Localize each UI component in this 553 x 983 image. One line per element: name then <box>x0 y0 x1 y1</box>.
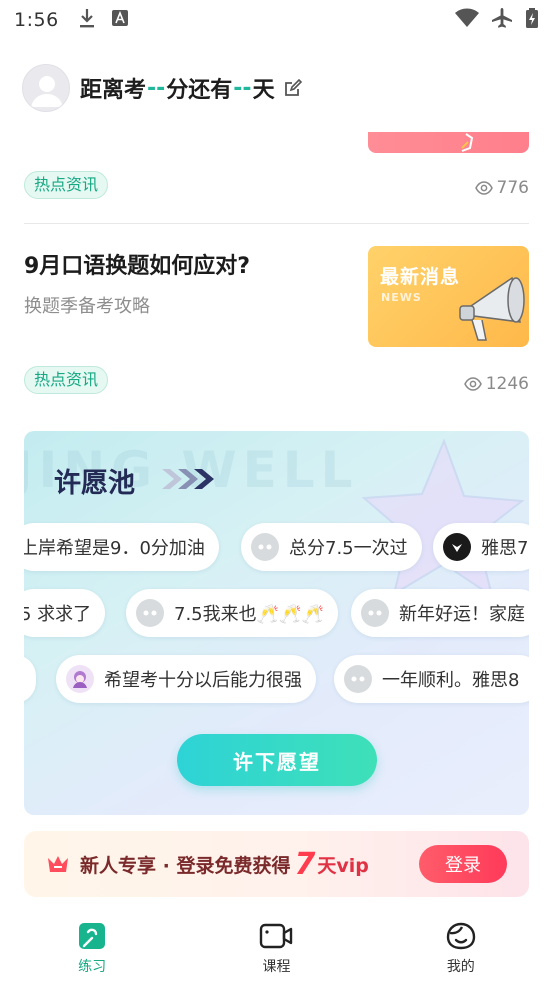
wish-text: 一年顺利。雅思8 <box>382 670 520 691</box>
countdown-days-placeholder: -- <box>233 75 252 101</box>
triple-chevron-icon <box>162 469 214 489</box>
article-title[interactable]: 9月口语换题如何应对? <box>24 248 250 280</box>
wish-bubble[interactable]: 一年顺利。雅思8 <box>334 655 529 703</box>
wish-text: 5 求求了 <box>24 604 92 625</box>
video-course-icon <box>260 923 293 949</box>
promo-text: 新人专享 · 登录免费获得 7 天vip <box>80 847 369 882</box>
edit-icon[interactable] <box>283 78 303 98</box>
wish-bubble[interactable]: 总分7.5一次过 <box>241 523 422 571</box>
login-button[interactable]: 登录 <box>419 845 507 883</box>
countdown-suffix: 天 <box>252 78 275 103</box>
wish-pool-title: 许愿池 <box>54 468 135 499</box>
promo-text-part1: 新人专享 · 登录免费获得 <box>80 854 291 877</box>
wish-bubble[interactable]: 7.5我来也🥂🥂🥂 <box>126 589 338 637</box>
hot-news-tag: 热点资讯 <box>24 366 109 394</box>
exam-countdown-header: 距离考 -- 分还有 -- 天 <box>0 56 553 120</box>
divider <box>24 223 529 224</box>
exam-countdown-title[interactable]: 距离考 -- 分还有 -- 天 <box>80 72 303 104</box>
user-avatar <box>251 533 279 561</box>
wish-bubble[interactable]: 上岸希望是9．0分加油 <box>24 523 219 571</box>
make-wish-button[interactable]: 许下愿望 <box>177 734 377 786</box>
user-avatar <box>361 599 389 627</box>
user-avatar <box>344 665 372 693</box>
tab-practice-label: 练习 <box>78 959 107 975</box>
user-avatar <box>443 533 471 561</box>
wish-text: 雅思7 <box>481 538 529 559</box>
hot-news-tag: 热点资讯 <box>24 171 109 199</box>
promo-text-part2: 天vip <box>317 854 369 877</box>
wish-text: 新年好运！家庭 <box>399 604 525 625</box>
wifi-icon <box>455 8 479 32</box>
wish-bubble[interactable]: 希望考十分以后能力很强 <box>56 655 316 703</box>
view-count: 776 <box>474 178 529 198</box>
wish-bubble[interactable]: 雅思7 <box>433 523 529 571</box>
wish-bubble[interactable] <box>24 655 36 703</box>
download-icon <box>77 7 97 33</box>
wish-bubble[interactable]: 新年好运！家庭 <box>351 589 529 637</box>
user-avatar <box>136 599 164 627</box>
default-avatar-icon <box>31 76 63 107</box>
tab-courses-label: 课程 <box>262 959 291 975</box>
article-thumbnail[interactable] <box>368 132 529 153</box>
view-count-value: 1246 <box>485 374 529 394</box>
profile-face-icon <box>446 922 476 950</box>
megaphone-fragment-icon <box>461 133 474 152</box>
view-count-value: 776 <box>496 178 529 198</box>
avatar[interactable] <box>22 64 70 112</box>
wish-text: 上岸希望是9．0分加油 <box>24 538 205 559</box>
tab-profile[interactable]: 我的 <box>369 910 553 983</box>
wish-text: 7.5我来也🥂🥂🥂 <box>174 604 324 625</box>
wish-bubble[interactable]: 5 求求了 <box>24 589 106 637</box>
eye-icon <box>463 377 482 391</box>
view-count: 1246 <box>463 374 529 394</box>
countdown-middle: 分还有 <box>166 78 233 103</box>
status-time: 1:56 <box>14 9 59 31</box>
user-avatar <box>66 665 94 693</box>
eye-icon <box>474 181 493 195</box>
promo-days: 7 <box>294 846 316 882</box>
megaphone-icon <box>459 276 525 341</box>
article-thumbnail[interactable]: 最新消息 NEWS <box>368 246 529 347</box>
battery-charging-icon <box>525 7 539 33</box>
wish-pool-card: JING WELL 许愿池 上岸希望是9．0分加油 总分7.5一次过 雅思7 5… <box>24 431 529 815</box>
countdown-prefix: 距离考 <box>80 78 147 103</box>
status-bar: 1:56 <box>0 0 553 40</box>
article-subtitle: 换题季备考攻略 <box>24 296 150 317</box>
wish-text: 总分7.5一次过 <box>289 538 408 559</box>
tab-practice[interactable]: 练习 <box>0 910 184 983</box>
wish-text: 希望考十分以后能力很强 <box>104 670 302 691</box>
airplane-icon <box>491 7 513 33</box>
keyboard-a-icon <box>111 9 129 31</box>
new-user-promo-banner[interactable]: 新人专享 · 登录免费获得 7 天vip 登录 <box>24 831 529 897</box>
crown-icon <box>48 856 68 872</box>
tab-courses[interactable]: 课程 <box>184 910 368 983</box>
practice-icon <box>79 923 106 949</box>
tab-profile-label: 我的 <box>446 959 475 975</box>
bottom-navigation: 练习 课程 我的 <box>0 910 553 983</box>
countdown-score-placeholder: -- <box>147 75 166 101</box>
